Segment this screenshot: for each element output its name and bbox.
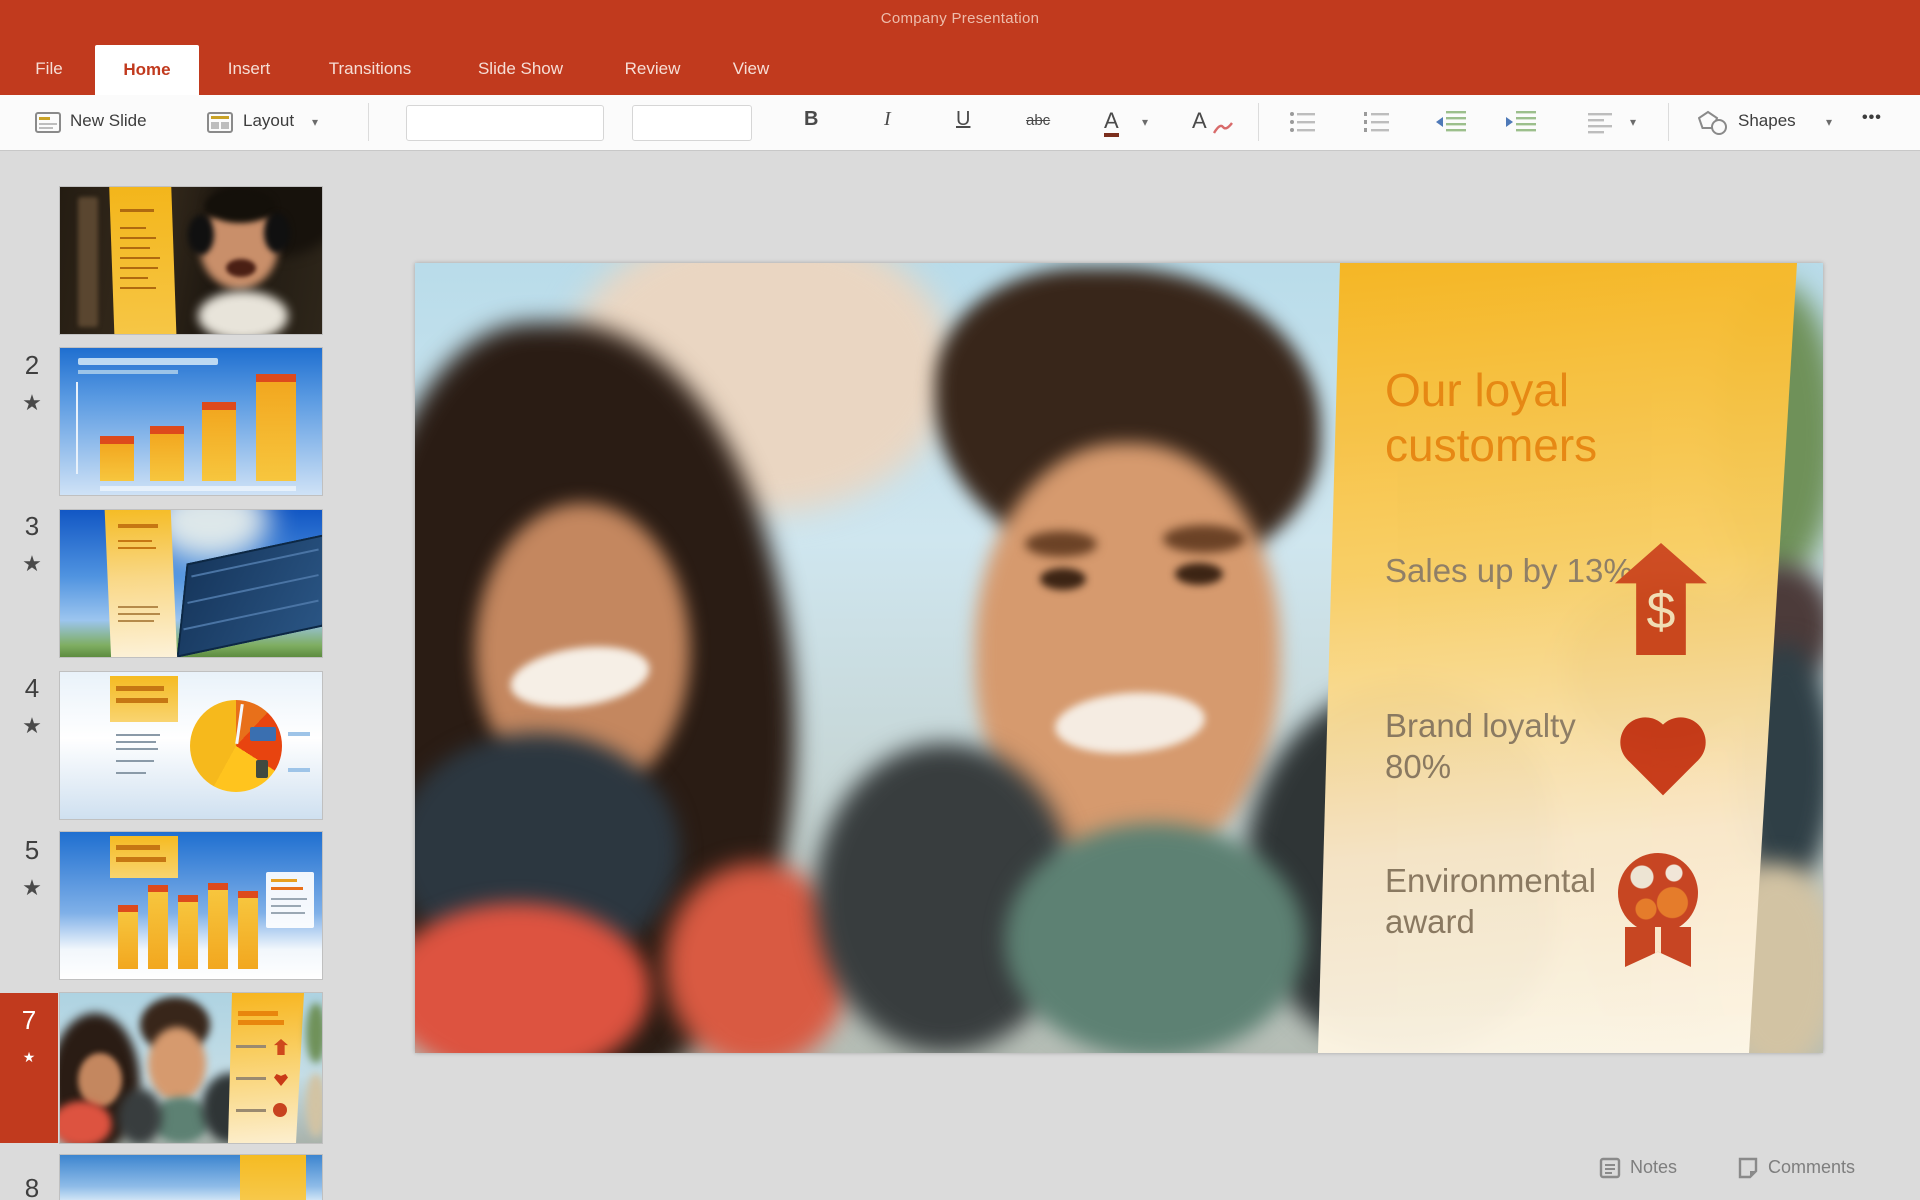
slide-number: 7	[15, 1005, 43, 1036]
thumbnail-slide-3[interactable]	[60, 348, 322, 495]
ribbon-tab-bar: File Home Insert Transitions Slide Show …	[0, 42, 1920, 95]
layout-button[interactable]: Layout	[243, 111, 294, 131]
home-toolbar: New Slide Layout ▾ B I U abc A ▾ A	[0, 95, 1920, 151]
bullet-award[interactable]: Environmental award	[1385, 860, 1640, 943]
thumbnail-slide-5[interactable]	[60, 672, 322, 819]
bold-button[interactable]: B	[804, 108, 818, 131]
text-effects-button[interactable]: A	[1192, 108, 1207, 134]
current-slide[interactable]: Our loyal customers Sales up by 13% $ Br…	[415, 263, 1823, 1053]
animation-star-icon: ★	[18, 551, 46, 577]
toolbar-separator	[368, 103, 369, 141]
tab-view[interactable]: View	[720, 42, 782, 95]
decrease-indent-button[interactable]	[1434, 109, 1468, 140]
alignment-caret-icon[interactable]: ▾	[1630, 115, 1636, 129]
new-slide-icon[interactable]	[34, 110, 62, 141]
slide-canvas: Our loyal customers Sales up by 13% $ Br…	[345, 151, 1920, 1200]
font-color-caret-icon[interactable]: ▾	[1142, 115, 1148, 129]
tab-home[interactable]: Home	[95, 45, 199, 95]
thumbnail-slide-4[interactable]	[60, 510, 322, 657]
tab-transitions[interactable]: Transitions	[310, 42, 430, 95]
slide-thumbnail-panel: 2 ★ 3 ★	[0, 151, 345, 1200]
notes-button[interactable]: Notes	[1630, 1157, 1677, 1178]
font-name-box[interactable]	[406, 105, 604, 141]
bullets-button[interactable]	[1288, 109, 1318, 140]
bullet-loyalty[interactable]: Brand loyalty 80%	[1385, 705, 1640, 788]
shapes-button[interactable]: Shapes	[1738, 111, 1796, 131]
font-color-button[interactable]: A	[1104, 110, 1119, 137]
animation-star-icon: ★	[18, 390, 46, 416]
underline-button[interactable]: U	[956, 108, 970, 131]
italic-button[interactable]: I	[884, 108, 891, 131]
tab-insert[interactable]: Insert	[214, 42, 284, 95]
more-commands-icon[interactable]: •••	[1862, 109, 1882, 127]
animation-star-icon: ★	[18, 713, 46, 739]
notes-icon[interactable]	[1598, 1156, 1622, 1185]
slide-number: 2	[18, 350, 46, 381]
tab-file[interactable]: File	[18, 42, 80, 95]
alignment-button[interactable]	[1586, 109, 1616, 140]
slide-number: 3	[18, 511, 46, 542]
globe-award-icon	[1615, 853, 1701, 971]
titlebar: Company Presentation	[0, 0, 1920, 42]
animation-star-icon: ★	[17, 1049, 41, 1066]
numbering-button[interactable]	[1362, 109, 1392, 140]
document-title: Company Presentation	[0, 10, 1920, 27]
layout-caret-icon[interactable]: ▾	[312, 115, 318, 129]
animation-star-icon: ★	[18, 875, 46, 901]
thumbnail-slide-7[interactable]	[60, 993, 322, 1143]
font-size-box[interactable]	[632, 105, 752, 141]
thumbnail-slide-8[interactable]	[60, 1155, 322, 1200]
tab-slide-show[interactable]: Slide Show	[458, 42, 583, 95]
thumbnail-slide-6[interactable]	[60, 832, 322, 979]
strikethrough-button[interactable]: abc	[1026, 112, 1050, 129]
slide-number: 8	[18, 1173, 46, 1200]
selected-slide-marker: 7 ★	[0, 993, 58, 1143]
new-slide-button[interactable]: New Slide	[70, 111, 147, 131]
bullet-sales[interactable]: Sales up by 13%	[1385, 550, 1640, 591]
increase-indent-button[interactable]	[1504, 109, 1538, 140]
layout-icon[interactable]	[206, 110, 234, 141]
comments-button[interactable]: Comments	[1768, 1157, 1855, 1178]
toolbar-separator	[1258, 103, 1259, 141]
tab-review[interactable]: Review	[610, 42, 695, 95]
slide-number: 5	[18, 835, 46, 866]
shapes-icon[interactable]	[1698, 109, 1728, 142]
slide-number: 4	[18, 673, 46, 704]
thumbnail-slide-2[interactable]	[60, 187, 322, 334]
slide-title[interactable]: Our loyal customers	[1385, 363, 1695, 473]
text-effects-swoosh-icon	[1212, 119, 1234, 142]
toolbar-separator	[1668, 103, 1669, 141]
slide-text-panel[interactable]: Our loyal customers Sales up by 13% $ Br…	[1315, 263, 1807, 1053]
heart-icon	[1620, 713, 1706, 793]
powerpoint-window: Company Presentation File Home Insert Tr…	[0, 0, 1920, 1200]
comments-icon[interactable]	[1736, 1156, 1760, 1185]
shapes-caret-icon[interactable]: ▾	[1826, 115, 1832, 129]
